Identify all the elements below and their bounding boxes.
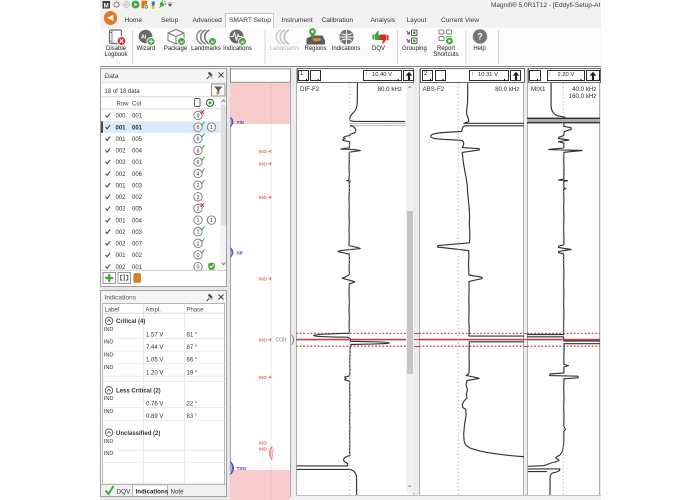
- svg-text:002: 002: [132, 195, 143, 201]
- svg-text:Less Critical (2): Less Critical (2): [116, 388, 161, 394]
- svg-text:000: 000: [116, 114, 127, 120]
- svg-text:IND: IND: [258, 195, 267, 201]
- svg-text:AI: AI: [179, 39, 183, 44]
- svg-text:1.57 V: 1.57 V: [146, 332, 163, 338]
- svg-text:002: 002: [116, 242, 127, 248]
- svg-text:Label: Label: [105, 307, 120, 313]
- svg-text:TSO: TSO: [236, 466, 246, 471]
- svg-text:001: 001: [116, 218, 127, 224]
- svg-text:IND: IND: [104, 339, 114, 345]
- svg-text:?: ?: [477, 32, 483, 42]
- svg-text:2: 2: [197, 195, 200, 201]
- svg-text:1.05 V: 1.05 V: [146, 357, 163, 363]
- svg-text:004: 004: [132, 218, 143, 224]
- svg-text:83 °: 83 °: [187, 414, 198, 420]
- svg-text:AI: AI: [210, 39, 214, 44]
- svg-text:Phase: Phase: [187, 307, 205, 313]
- svg-text:002: 002: [116, 207, 127, 213]
- svg-text:0: 0: [197, 253, 200, 259]
- svg-text:001: 001: [116, 125, 127, 131]
- svg-text:IND: IND: [104, 396, 114, 402]
- svg-text:2: 2: [197, 183, 200, 189]
- svg-text:IND: IND: [104, 439, 114, 445]
- svg-text:AI: AI: [140, 35, 146, 41]
- svg-text:1.20 V: 1.20 V: [146, 370, 163, 376]
- svg-text:9: 9: [197, 114, 200, 120]
- svg-text:IND: IND: [258, 441, 267, 447]
- svg-text:22 °: 22 °: [187, 401, 198, 407]
- svg-text:IND: IND: [258, 276, 267, 282]
- svg-text:IND: IND: [258, 375, 267, 381]
- svg-text:001: 001: [116, 137, 127, 143]
- svg-text:Ampl.: Ampl.: [146, 307, 162, 313]
- svg-text:81 °: 81 °: [187, 332, 198, 338]
- svg-text:7.44 V: 7.44 V: [146, 345, 163, 351]
- svg-text:6: 6: [197, 148, 200, 154]
- svg-text:0.89 V: 0.89 V: [146, 414, 163, 420]
- svg-text:19 °: 19 °: [187, 370, 198, 376]
- svg-text:Indications: Indications: [105, 294, 137, 301]
- svg-text:IND: IND: [104, 408, 114, 414]
- svg-text:Critical (4): Critical (4): [116, 319, 145, 325]
- svg-text:0.76 V: 0.76 V: [146, 401, 163, 407]
- svg-text:001: 001: [116, 183, 127, 189]
- svg-text:003: 003: [116, 160, 127, 166]
- svg-text:007: 007: [132, 242, 143, 248]
- svg-text:Unclassified (2): Unclassified (2): [116, 431, 160, 437]
- svg-text:2: 2: [197, 207, 200, 213]
- svg-text:Note: Note: [171, 488, 185, 495]
- svg-text:18 of 18 data: 18 of 18 data: [105, 89, 141, 95]
- svg-text:Indications: Indications: [136, 488, 169, 495]
- svg-text:AI: AI: [240, 39, 244, 44]
- svg-text:87 °: 87 °: [187, 345, 198, 351]
- svg-text:003: 003: [132, 230, 143, 236]
- svg-text:002: 002: [116, 149, 127, 155]
- svg-text:002: 002: [116, 195, 127, 201]
- svg-text:1: 1: [197, 241, 200, 247]
- svg-text:IND: IND: [104, 327, 114, 333]
- svg-text:IND: IND: [104, 451, 114, 457]
- svg-text:8: 8: [197, 125, 200, 131]
- svg-text:IND: IND: [104, 365, 114, 371]
- svg-text:005: 005: [132, 207, 143, 213]
- svg-text:TSI: TSI: [236, 120, 243, 125]
- svg-text:1: 1: [197, 230, 200, 236]
- svg-text:COR: COR: [275, 338, 287, 344]
- svg-text:IND: IND: [258, 162, 267, 168]
- svg-text:004: 004: [132, 149, 143, 155]
- svg-text:Data: Data: [105, 73, 119, 80]
- svg-text:006: 006: [132, 172, 143, 178]
- svg-text:Col: Col: [132, 101, 141, 107]
- svg-text:IND: IND: [258, 338, 267, 344]
- svg-text:0: 0: [197, 265, 200, 271]
- svg-text:1: 1: [210, 125, 213, 131]
- svg-text:002: 002: [116, 172, 127, 178]
- svg-text:1: 1: [197, 218, 200, 224]
- svg-text:4: 4: [197, 172, 200, 178]
- svg-text:6: 6: [197, 137, 200, 143]
- svg-text:1: 1: [210, 218, 213, 224]
- svg-text:SP: SP: [236, 251, 242, 256]
- svg-text:IND: IND: [258, 447, 267, 453]
- svg-text:IND: IND: [104, 352, 114, 358]
- svg-text:005: 005: [132, 137, 143, 143]
- svg-text:001: 001: [132, 125, 143, 131]
- svg-text:6: 6: [197, 160, 200, 166]
- svg-text:66 °: 66 °: [187, 357, 198, 363]
- svg-text:DQV: DQV: [117, 488, 132, 495]
- svg-text:001: 001: [132, 114, 143, 120]
- svg-text:003: 003: [132, 183, 143, 189]
- svg-text:002: 002: [116, 230, 127, 236]
- svg-text:001: 001: [116, 253, 127, 259]
- svg-text:M: M: [104, 2, 109, 9]
- svg-text:001: 001: [132, 160, 143, 166]
- svg-text:IND: IND: [258, 149, 267, 155]
- svg-text:002: 002: [132, 253, 143, 259]
- svg-text:Row: Row: [117, 101, 130, 107]
